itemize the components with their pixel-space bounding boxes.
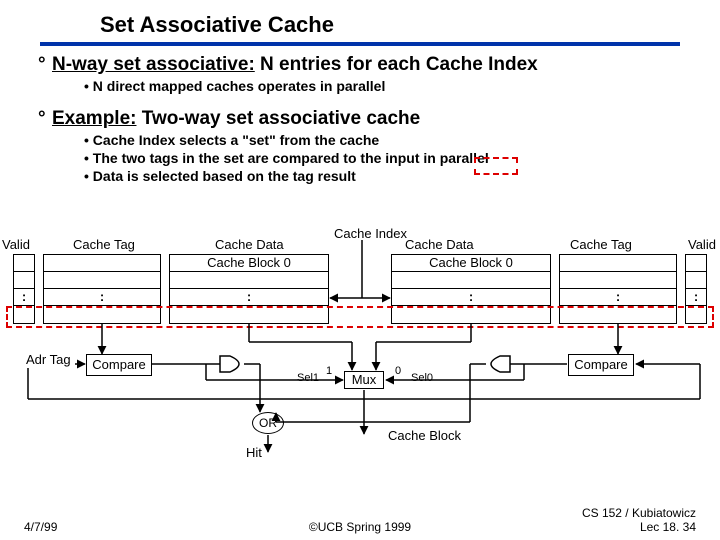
- valid-left-dots: :: [14, 289, 34, 306]
- footer-right: CS 152 / KubiatowiczLec 18. 34: [582, 506, 696, 534]
- label-valid-right: Valid: [688, 237, 716, 252]
- tag-left-dots: :: [44, 289, 160, 306]
- bullet-2-sub-1: • Cache Index selects a "set" from the c…: [84, 132, 690, 148]
- label-cachedata-right: Cache Data: [405, 237, 474, 252]
- bullet-2-underline: Example:: [52, 108, 136, 129]
- compare-right: Compare: [568, 354, 634, 376]
- mux: Mux: [344, 371, 384, 389]
- label-cachetag-right: Cache Tag: [570, 237, 632, 252]
- label-cacheindex: Cache Index: [334, 226, 407, 241]
- label-cachetag-left: Cache Tag: [73, 237, 135, 252]
- cache-diagram: Valid Cache Tag Cache Data Cache Index C…: [0, 232, 720, 497]
- dashed-set-indicator: [474, 157, 518, 175]
- data-right-dots: :: [392, 289, 550, 306]
- tag-right-dots: :: [560, 289, 676, 306]
- data-left-dots: :: [170, 289, 328, 306]
- bullet-1-underline: N-way set associative:: [52, 54, 255, 75]
- valid-right-dots: :: [686, 289, 706, 306]
- data-right-row0: Cache Block 0: [392, 255, 550, 272]
- bullet-1-tail: N entries for each Cache Index: [255, 54, 538, 75]
- label-one: 1: [326, 365, 332, 377]
- label-sel0: Sel0: [411, 372, 433, 384]
- bullet-2-tail: Two-way set associative cache: [136, 108, 420, 129]
- dashed-set-row: [6, 306, 714, 328]
- label-hit: Hit: [246, 445, 262, 460]
- label-cachedata-left: Cache Data: [215, 237, 284, 252]
- label-sel1: Sel1: [297, 372, 319, 384]
- bullet-2-sub-2: • The two tags in the set are compared t…: [84, 150, 690, 166]
- compare-left: Compare: [86, 354, 152, 376]
- page-title: Set Associative Cache: [100, 12, 680, 38]
- label-zero: 0: [395, 365, 401, 377]
- bullet-1-sub-1: • N direct mapped caches operates in par…: [84, 78, 690, 94]
- data-left-row0: Cache Block 0: [170, 255, 328, 272]
- bullet-1: °N-way set associative: N entries for ea…: [38, 54, 690, 76]
- content-body: °N-way set associative: N entries for ea…: [0, 54, 720, 184]
- label-adrtag: Adr Tag: [26, 352, 71, 367]
- label-cacheblock-out: Cache Block: [388, 428, 461, 443]
- bullet-2-sub-3: • Data is selected based on the tag resu…: [84, 168, 690, 184]
- bullet-2: °Example: Two-way set associative cache: [38, 108, 690, 130]
- label-valid-left: Valid: [2, 237, 30, 252]
- or-gate: OR: [252, 412, 284, 434]
